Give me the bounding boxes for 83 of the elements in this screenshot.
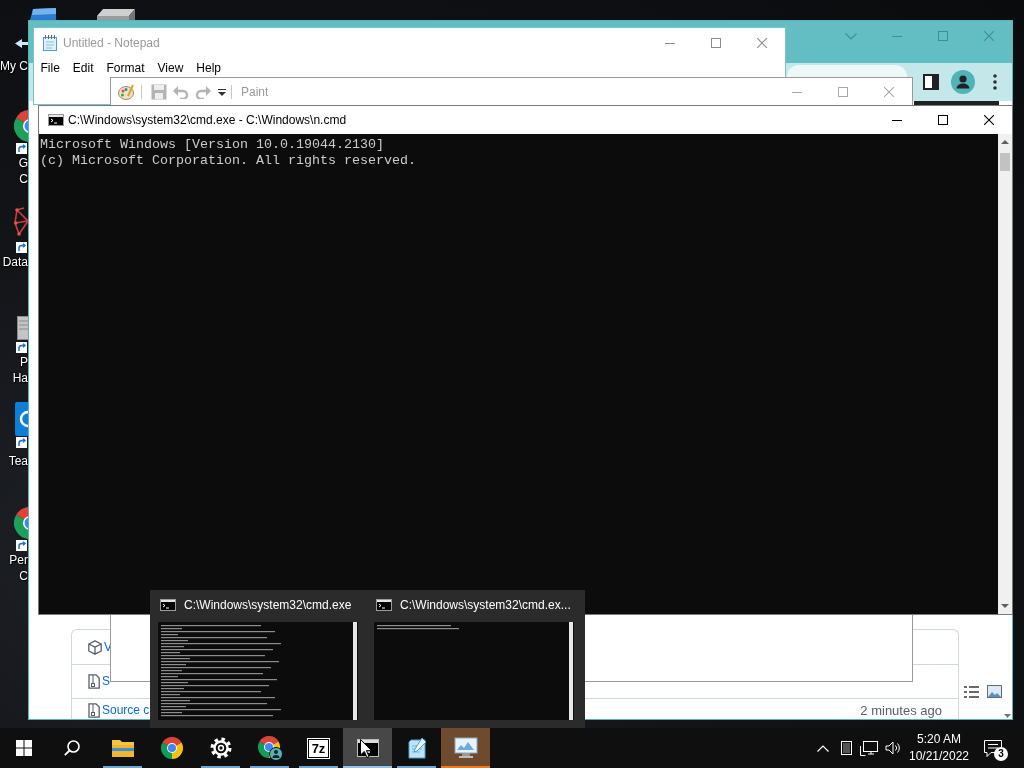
chevron-up-icon xyxy=(817,744,829,752)
start-icon xyxy=(16,740,32,756)
file-link[interactable]: S xyxy=(102,674,110,689)
terminal-icon xyxy=(160,599,176,611)
search-icon xyxy=(64,740,80,756)
close-icon xyxy=(884,87,894,97)
file-link[interactable]: Source c xyxy=(102,702,150,718)
clock-time: 5:20 AM xyxy=(917,731,961,748)
speaker-icon xyxy=(884,741,902,755)
minimize-icon xyxy=(892,35,902,37)
scroll-down-icon[interactable] xyxy=(1004,714,1011,718)
drive-icon[interactable] xyxy=(97,9,135,20)
desktop-icon-label: Tea xyxy=(7,453,28,469)
terminal-icon xyxy=(48,114,64,126)
menu-item[interactable]: Format xyxy=(100,58,152,78)
notification-count: 3 xyxy=(994,747,1008,761)
console-line: Microsoft Windows [Version 10.0.19044.2130] xyxy=(40,137,385,153)
menu-item[interactable]: File xyxy=(34,58,67,78)
thumbnail-title[interactable]: C:\Windows\system32\cmd.exe xyxy=(184,596,352,614)
desktop-icon-label: P Ha xyxy=(11,354,28,386)
desktop-icon-label: My C xyxy=(0,58,27,74)
gear-icon xyxy=(209,737,232,759)
taskbar-button[interactable]: 7z xyxy=(294,728,343,768)
minimize-icon xyxy=(892,119,902,121)
window-title: Untitled - Notepad xyxy=(63,35,160,52)
avatar-icon xyxy=(951,70,975,94)
clock-date: 10/21/2022 xyxy=(908,748,970,765)
network-icon[interactable] xyxy=(14,207,28,255)
picture-icon xyxy=(453,737,478,759)
desktop-icon-label: G C xyxy=(17,155,28,187)
rectangle-icon xyxy=(840,741,852,755)
app-logo: 7z xyxy=(307,738,330,758)
thumbnail-title[interactable]: C:\Windows\system32\cmd.ex... xyxy=(400,596,571,614)
arrow-icon xyxy=(15,39,28,48)
console-preview-drawing[interactable] xyxy=(374,622,574,720)
dropdown-icon[interactable] xyxy=(218,88,226,96)
file-date: 2 minutes ago xyxy=(860,702,942,718)
close-icon xyxy=(984,115,994,125)
wheel-person-icon xyxy=(256,735,283,761)
zip-file-icon xyxy=(88,702,100,718)
chevron-down-icon xyxy=(845,32,857,40)
folder-icon xyxy=(110,738,135,758)
wheel-icon xyxy=(159,736,184,760)
desktop-icon-label: Data xyxy=(1,254,28,270)
profile-button[interactable] xyxy=(949,68,977,96)
menu-item[interactable]: Help xyxy=(189,58,228,78)
window-title: C:\Windows\system32\cmd.exe - C:\Windows\n.cmd xyxy=(68,112,347,129)
notifications-button[interactable]: 3 xyxy=(975,728,1011,768)
side-panel-icon xyxy=(923,74,939,90)
notepad-icon xyxy=(406,737,427,759)
image-icon[interactable] xyxy=(987,685,1002,698)
window-title: Paint xyxy=(241,84,269,101)
taskbar-button[interactable] xyxy=(343,728,392,768)
menu-item[interactable]: Edit xyxy=(66,58,101,78)
address-field[interactable] xyxy=(787,65,907,77)
notepad-icon xyxy=(43,35,57,51)
scrollbar-thumb[interactable] xyxy=(1000,153,1010,171)
menu-item[interactable]: View xyxy=(151,58,190,78)
clock-button[interactable]: 5:20 AM 10/21/2022 xyxy=(905,728,973,768)
maximize-icon xyxy=(711,38,721,48)
network-icon xyxy=(860,740,878,756)
message-icon xyxy=(984,739,1002,757)
minimize-icon xyxy=(792,91,802,93)
list-view-icon[interactable] xyxy=(964,686,979,698)
zip-file-icon xyxy=(88,674,100,689)
minimize-icon xyxy=(665,42,675,44)
desktop-icon-label: Per C xyxy=(8,552,28,584)
console-line: (c) Microsoft Corporation. All rights reserved. xyxy=(40,153,416,169)
scrollbar[interactable] xyxy=(998,134,1012,614)
kebab-menu-icon xyxy=(993,74,997,90)
cursor-icon xyxy=(360,739,372,758)
maximize-icon xyxy=(938,31,948,41)
cube-icon xyxy=(88,639,102,655)
taskbar-button[interactable] xyxy=(441,728,490,768)
maximize-icon xyxy=(838,87,848,97)
scroll-up-icon[interactable] xyxy=(1001,140,1009,144)
palette-icon[interactable] xyxy=(118,84,134,100)
close-icon xyxy=(984,31,994,41)
maximize-icon xyxy=(938,115,948,125)
console-preview-drawing[interactable] xyxy=(158,622,358,720)
terminal-icon xyxy=(376,599,392,611)
scroll-down-icon[interactable] xyxy=(1001,604,1009,608)
close-icon xyxy=(757,38,767,48)
